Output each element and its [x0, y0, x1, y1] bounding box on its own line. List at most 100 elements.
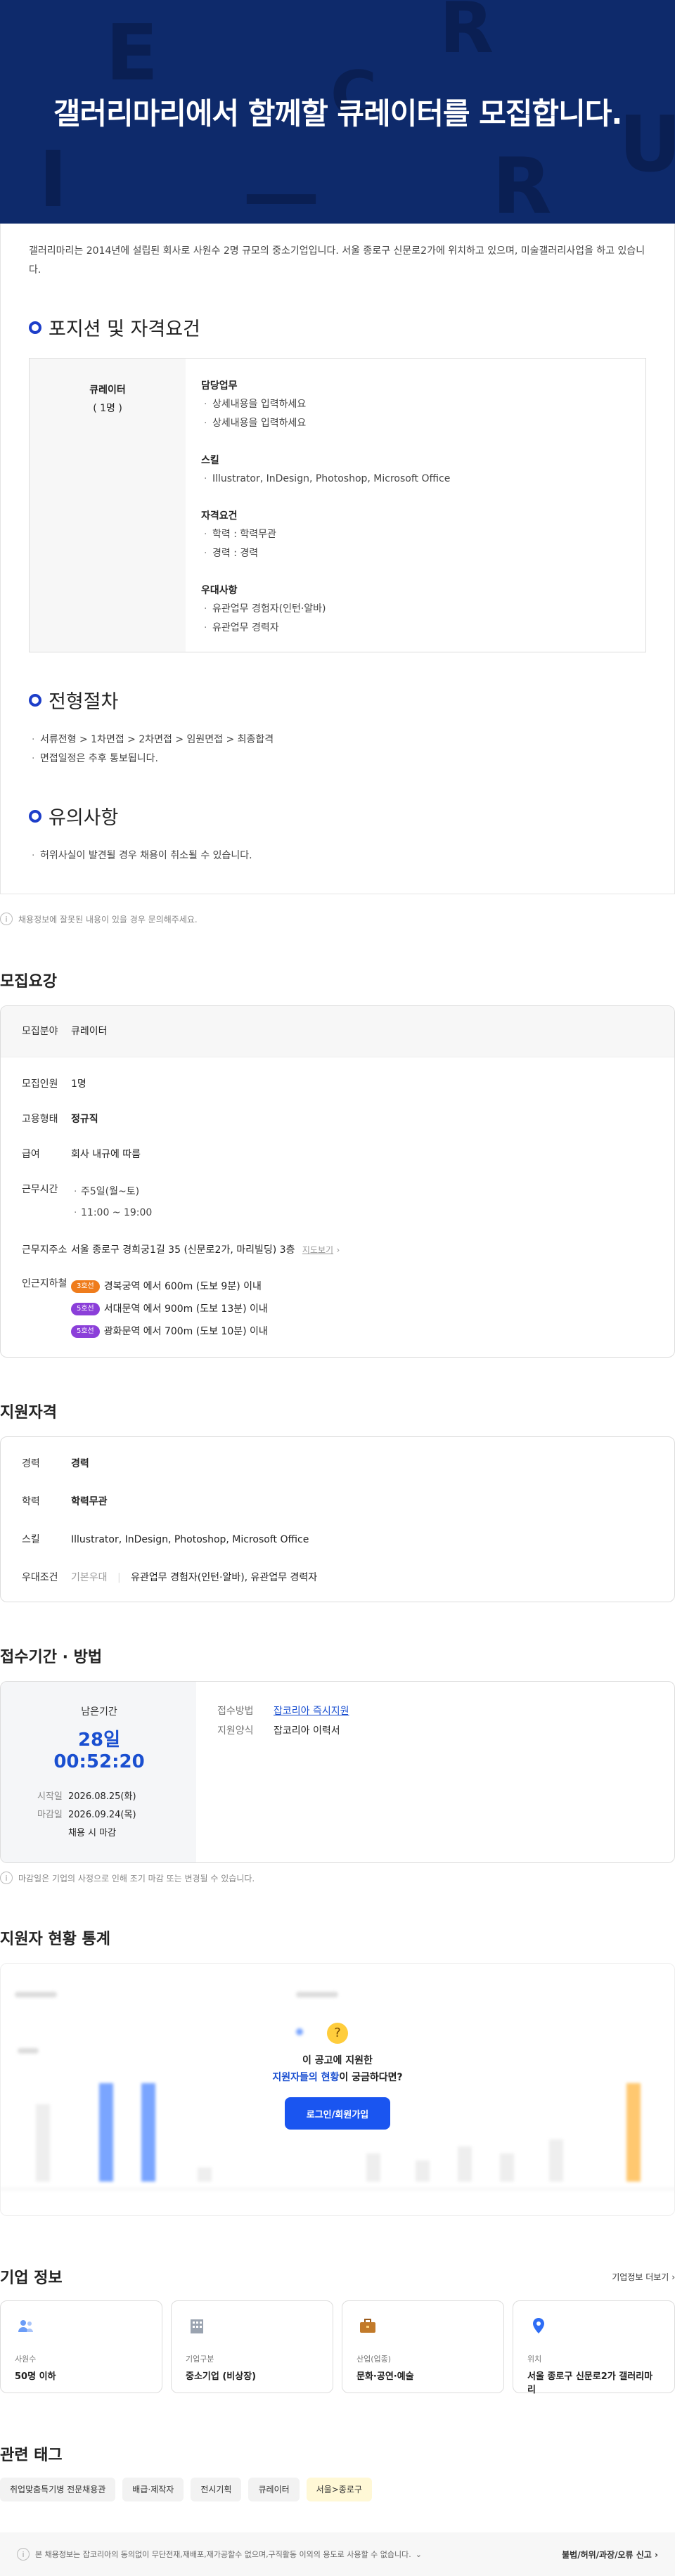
- chevron-right-icon: ›: [655, 2549, 658, 2560]
- qualification-box: 경력 경력 학력 학력무관 스킬 Illustrator, InDesign, …: [0, 1436, 675, 1602]
- company-intro: 갤러리마리는 2014년에 설립된 회사로 사원수 2명 규모의 중소기업입니다…: [29, 245, 645, 276]
- hero-banner: E R C U I R — 갤러리마리에서 함께할 큐레이터를 모집합니다.: [0, 0, 675, 224]
- recruit-box: 모집분야 큐레이터 모집인원 1명 고용형태 정규직 급여 회사 내규에 따름 …: [0, 1005, 675, 1358]
- stats-chart-area: ? 이 공고에 지원한 지원자들의 현황이 궁금하다면? 로그인/회원가입: [0, 1963, 675, 2216]
- hero-deco-letter: E: [105, 8, 159, 98]
- preference-tag: 기본우대: [71, 1572, 108, 1583]
- method-row: 접수방법 잡코리아 즉시지원: [217, 1706, 349, 1717]
- apply-box: 남은기간 28일 00:52:20 시작일 2026.08.25(화) 마감일 20…: [0, 1681, 675, 1863]
- bullet-circle-icon: [29, 809, 41, 823]
- map-link[interactable]: 지도보기: [302, 1245, 333, 1255]
- caution-heading: 유의사항: [29, 802, 646, 830]
- tags-title: 관련 태그: [0, 2447, 63, 2464]
- chevron-down-icon[interactable]: ⌄: [416, 2550, 422, 2559]
- blurred-placeholder: [296, 1992, 338, 1997]
- tag-item[interactable]: 취업맞춤특기병 전문채용관: [0, 2478, 116, 2501]
- apply-method-panel: 접수방법 잡코리아 즉시지원 지원양식 잡코리아 이력서: [196, 1682, 674, 1862]
- position-name: 큐레이터: [89, 385, 126, 396]
- recruit-count-row: 모집인원 1명: [22, 1078, 86, 1090]
- requirement-group: 자격요건 학력 : 학력무관 경력 : 경력: [201, 508, 630, 563]
- footer-bar: i 본 채용정보는 잡코리아의 동의없이 무단전재,재배포,재가공할수 없으며,…: [0, 2532, 675, 2576]
- subway-item: 3호선 경복궁역 에서 600m (도보 9분) 이내: [71, 1275, 674, 1298]
- preference-group: 우대사항 유관업무 경험자(인턴·알바) 유관업무 경력자: [201, 583, 630, 638]
- tag-item[interactable]: 서울>종로구: [306, 2478, 372, 2501]
- company-title: 기업 정보: [0, 2269, 63, 2287]
- subway-row: 인근지하철 3호선 경복궁역 에서 600m (도보 9분) 이내 5호선 서대문역…: [1, 1275, 674, 1343]
- building-icon: [191, 2319, 203, 2333]
- chevron-right-icon: ›: [671, 2272, 675, 2282]
- employment-type-row: 고용형태 정규직: [22, 1114, 98, 1125]
- subway-item: 5호선 광화문역 에서 700m (도보 10분) 이내: [71, 1320, 674, 1343]
- subway-line-badge: 5호선: [71, 1325, 100, 1338]
- position-name-cell: 큐레이터 ( 1명 ): [30, 359, 186, 652]
- stats-prompt-line1: 이 공고에 지원한: [302, 2055, 373, 2066]
- tag-item[interactable]: 배급·제작자: [122, 2478, 184, 2501]
- detail-section: 갤러리마리는 2014년에 설립된 회사로 사원수 2명 규모의 중소기업입니다…: [0, 224, 675, 894]
- chevron-right-icon: ›: [336, 1245, 340, 1255]
- report-link[interactable]: 불법/허위/과장/오류 신고 ›: [562, 2549, 658, 2561]
- position-table: 큐레이터 ( 1명 ) 담당업무 상세내용을 입력하세요 상세내용을 입력하세요…: [29, 358, 646, 652]
- hero-deco-letter: R: [492, 141, 552, 224]
- caution-item: 허위사실이 발견될 경우 채용이 취소될 수 있습니다.: [29, 846, 646, 865]
- recruit-title: 모집요강: [0, 973, 57, 991]
- briefcase-icon: [360, 2319, 375, 2333]
- stats-login-overlay: ? 이 공고에 지원한 지원자들의 현황이 궁금하다면? 로그인/회원가입: [1, 2023, 674, 2130]
- hero-title: 갤러리마리에서 함께할 큐레이터를 모집합니다.: [53, 96, 623, 131]
- career-row: 경력 경력: [22, 1458, 89, 1469]
- subway-line-badge: 5호선: [71, 1303, 100, 1315]
- company-cards: 사원수 50명 이하 기업구분 중소기업 (비상장) 산업(업종) 문화·공연·…: [0, 2300, 675, 2395]
- info-icon: i: [0, 913, 13, 925]
- blurred-placeholder: [15, 1992, 57, 1997]
- blurred-bar: [458, 2146, 472, 2182]
- stats-prompt-highlight: 지원자들의 현황: [272, 2072, 340, 2083]
- company-card-type: 기업구분 중소기업 (비상장): [171, 2300, 333, 2393]
- info-icon: i: [0, 1872, 13, 1884]
- deadline-notice: i 마감일은 기업의 사정으로 인해 조기 마감 또는 변경될 수 있습니다.: [0, 1872, 675, 1884]
- tag-item[interactable]: 전시기획: [191, 2478, 242, 2501]
- stats-prompt-line2: 이 궁금하다면?: [339, 2072, 403, 2083]
- preference-row: 우대조건 기본우대 | 유관업무 경험자(인턴·알바), 유관업무 경력자: [22, 1572, 318, 1583]
- report-notice: i 채용정보에 잘못된 내용이 있을 경우 문의해주세요.: [0, 913, 675, 925]
- hero-deco-letter: —: [243, 148, 320, 224]
- tag-list: 취업맞춤특기병 전문채용관 배급·제작자 전시기획 큐레이터 서울>종로구: [0, 2478, 675, 2501]
- login-button[interactable]: 로그인/회원가입: [285, 2097, 390, 2130]
- apply-title: 접수기간 · 방법: [0, 1649, 103, 1666]
- bullet-circle-icon: [29, 693, 41, 707]
- position-heading: 포지션 및 자격요건: [29, 314, 646, 341]
- stats-title: 지원자 현황 통계: [0, 1931, 110, 1948]
- tag-item[interactable]: 큐레이터: [248, 2478, 300, 2501]
- duty-group: 담당업무 상세내용을 입력하세요 상세내용을 입력하세요: [201, 378, 630, 433]
- remain-label: 남은기간: [81, 1706, 117, 1718]
- quick-apply-link[interactable]: 잡코리아 즉시지원: [274, 1706, 349, 1717]
- blurred-bar: [198, 2168, 212, 2182]
- hero-deco-letter: R: [439, 0, 494, 69]
- hero-deco-letter: I: [39, 134, 68, 224]
- salary-row: 급여 회사 내규에 따름: [22, 1149, 141, 1160]
- process-item: 면접일정은 추후 통보됩니다.: [29, 749, 646, 768]
- company-card-location: 위치 서울 종로구 신문로2가 갤러리마리: [513, 2300, 675, 2395]
- blurred-bar: [549, 2139, 563, 2182]
- info-icon: i: [17, 2548, 30, 2561]
- blurred-bar: [416, 2160, 430, 2182]
- blurred-bar: [366, 2153, 380, 2182]
- thinking-face-icon: ?: [327, 2023, 348, 2044]
- remain-timer: 28일 00:52:20: [53, 1730, 145, 1772]
- end-date: 마감일 2026.09.24(목): [37, 1810, 136, 1820]
- end-note: 채용 시 마감: [68, 1828, 117, 1838]
- copyright-notice: 본 채용정보는 잡코리아의 동의없이 무단전재,재배포,재가공할수 없으며,구직…: [35, 2550, 411, 2559]
- work-hours-row: 근무시간 주5일(월~토) 11:00 ~ 19:00: [1, 1181, 674, 1223]
- subway-line-badge: 3호선: [71, 1280, 100, 1293]
- location-icon: [533, 2318, 544, 2333]
- recruit-field-row: 모집분야 큐레이터: [1, 1006, 674, 1057]
- skill-row: 스킬 Illustrator, InDesign, Photoshop, Mic…: [22, 1534, 309, 1545]
- education-row: 학력 학력무관: [22, 1496, 108, 1507]
- company-more-link[interactable]: 기업정보 더보기 ›: [612, 2271, 675, 2283]
- people-icon: [18, 2320, 33, 2332]
- start-date: 시작일 2026.08.25(화): [37, 1791, 136, 1802]
- qualification-title: 지원자격: [0, 1404, 57, 1422]
- blurred-bar: [500, 2153, 514, 2182]
- address-row: 근무지주소 서울 종로구 경희궁1길 35 (신문로2가, 마리빌딩) 3층 지…: [22, 1244, 340, 1256]
- job-posting-page: E R C U I R — 갤러리마리에서 함께할 큐레이터를 모집합니다. 갤…: [0, 0, 675, 2576]
- process-heading: 전형절차: [29, 686, 646, 714]
- process-item: 서류전형 > 1차면접 > 2차면접 > 임원면접 > 최종합격: [29, 730, 646, 749]
